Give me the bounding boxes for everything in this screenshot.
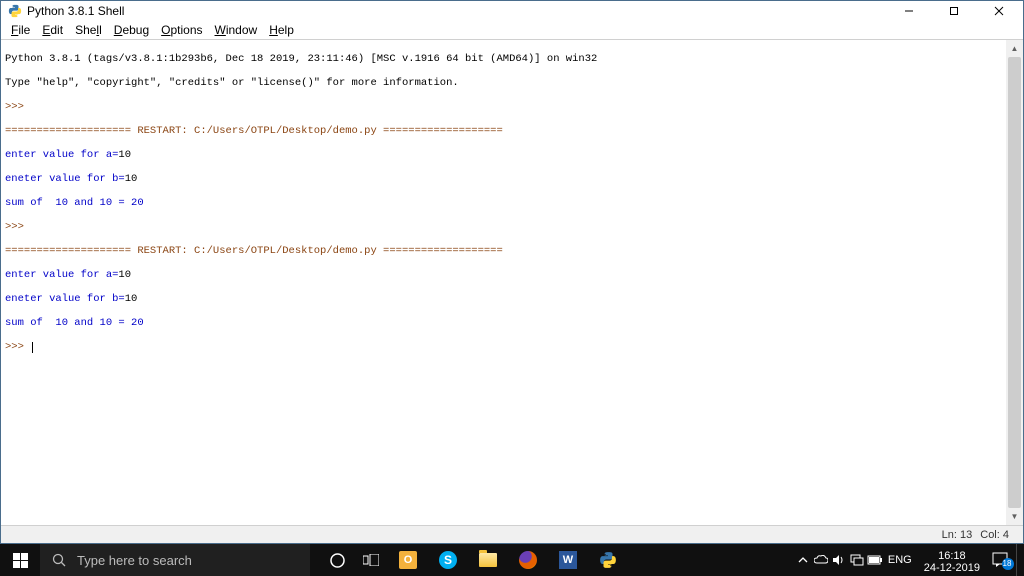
tray-network-icon[interactable] [848,544,866,576]
tray-notifications-icon[interactable]: 18 [988,550,1016,570]
status-line: Ln: 13 [938,529,977,541]
titlebar[interactable]: Python 3.8.1 Shell [1,1,1023,21]
taskbar-skype-icon[interactable]: S [428,544,468,576]
tray-language[interactable]: ENG [884,554,916,566]
menu-window[interactable]: Window [209,22,264,38]
menubar: File Edit Shell Debug Options Window Hel… [1,21,1023,40]
taskbar-word-icon[interactable]: W [548,544,588,576]
search-icon [52,553,67,568]
minimize-button[interactable] [886,1,931,21]
statusbar: Ln: 13 Col: 4 [1,525,1023,543]
shell-banner-line: Python 3.8.1 (tags/v3.8.1:1b293b6, Dec 1… [5,53,1019,65]
taskbar-app-icons: O S W [320,544,628,576]
menu-file[interactable]: File [5,22,36,38]
scroll-up-button[interactable]: ▲ [1006,40,1023,57]
tray-onedrive-icon[interactable] [812,544,830,576]
scroll-thumb[interactable] [1008,57,1021,508]
app-icon [7,3,23,19]
start-button[interactable] [0,544,40,576]
tray-notif-count: 18 [1003,559,1012,568]
taskbar-cortana-icon[interactable] [320,544,354,576]
python-icon [599,551,617,569]
shell-banner-line: Type "help", "copyright", "credits" or "… [5,77,1019,89]
close-button[interactable] [976,1,1021,21]
taskbar-outlook-icon[interactable]: O [388,544,428,576]
tray-volume-icon[interactable] [830,544,848,576]
shell-output-line: sum of 10 and 10 = 20 [5,317,1019,329]
menu-edit[interactable]: Edit [36,22,69,38]
shell-prompt: >>> [5,221,1019,233]
firefox-icon [519,551,537,569]
shell-input-line: eneter value for b=10 [5,173,1019,185]
shell-restart-line: ==================== RESTART: C:/Users/O… [5,245,1019,257]
tray-battery-icon[interactable] [866,544,884,576]
tray-clock[interactable]: 16:18 24-12-2019 [916,547,988,574]
shell-restart-line: ==================== RESTART: C:/Users/O… [5,125,1019,137]
text-cursor [32,342,33,353]
taskbar-search[interactable]: Type here to search [40,544,310,576]
shell-text-area[interactable]: Python 3.8.1 (tags/v3.8.1:1b293b6, Dec 1… [1,40,1023,525]
windows-logo-icon [13,553,28,568]
menu-help[interactable]: Help [263,22,300,38]
taskbar: Type here to search O S W ENG 16:18 24-1… [0,544,1024,576]
idle-shell-window: Python 3.8.1 Shell File Edit Shell Debug… [0,0,1024,544]
system-tray: ENG 16:18 24-12-2019 18 [794,544,1024,576]
taskbar-explorer-icon[interactable] [468,544,508,576]
taskbar-taskview-icon[interactable] [354,544,388,576]
tray-date: 24-12-2019 [924,562,980,574]
search-placeholder: Type here to search [77,553,192,568]
shell-input-line: eneter value for b=10 [5,293,1019,305]
shell-prompt: >>> [5,101,1019,113]
skype-icon: S [439,551,457,569]
maximize-button[interactable] [931,1,976,21]
scroll-down-button[interactable]: ▼ [1006,508,1023,525]
window-controls [886,1,1021,21]
taskbar-firefox-icon[interactable] [508,544,548,576]
menu-options[interactable]: Options [155,22,208,38]
folder-icon [479,553,497,567]
vertical-scrollbar[interactable]: ▲ ▼ [1006,40,1023,525]
taskbar-idle-icon[interactable] [588,544,628,576]
status-col: Col: 4 [976,529,1013,541]
word-icon: W [559,551,577,569]
tray-time: 16:18 [924,550,980,562]
outlook-icon: O [399,551,417,569]
shell-output-line: sum of 10 and 10 = 20 [5,197,1019,209]
tray-chevron-icon[interactable] [794,544,812,576]
menu-debug[interactable]: Debug [108,22,155,38]
scroll-track[interactable] [1006,57,1023,508]
show-desktop-button[interactable] [1016,544,1022,576]
window-title: Python 3.8.1 Shell [27,4,886,18]
shell-input-line: enter value for a=10 [5,149,1019,161]
menu-shell[interactable]: Shell [69,22,108,38]
shell-input-line: enter value for a=10 [5,269,1019,281]
shell-prompt-current: >>> [5,341,1019,353]
